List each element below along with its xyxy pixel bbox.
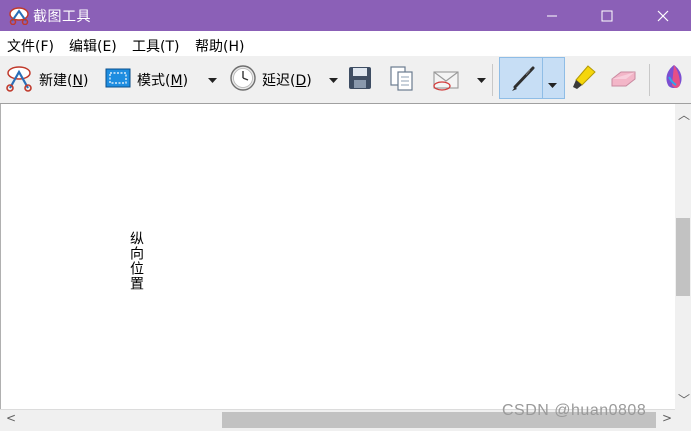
toolbar-separator-2 [649, 64, 650, 96]
delay-key: D [295, 73, 307, 89]
vertical-text: 纵向位置 [128, 231, 144, 291]
menu-help[interactable]: 帮助(H) [195, 36, 244, 56]
close-icon [657, 10, 669, 21]
scroll-up-arrow[interactable]: ︿ [678, 106, 690, 123]
title-bar: 截图工具 [0, 0, 691, 31]
maximize-button[interactable] [584, 0, 630, 31]
delay-dropdown[interactable] [326, 62, 340, 98]
chevron-down-icon [548, 83, 557, 88]
close-button[interactable] [640, 0, 686, 31]
minimize-icon [547, 15, 557, 16]
edit-paint3d-button[interactable] [662, 62, 686, 98]
pen-button[interactable] [499, 57, 565, 99]
menu-file[interactable]: 文件(F) [7, 36, 54, 56]
menu-bar: 文件(F) 编辑(E) 工具(T) 帮助(H) [0, 31, 691, 56]
scroll-left-arrow[interactable]: < [6, 411, 16, 425]
toolbar-separator [492, 64, 493, 96]
scroll-right-arrow[interactable]: > [662, 411, 672, 425]
mode-rect-icon [104, 66, 132, 94]
copy-icon [388, 64, 416, 96]
capture-canvas[interactable] [0, 104, 675, 409]
menu-tools[interactable]: 工具(T) [132, 36, 179, 56]
save-button[interactable] [347, 62, 373, 98]
menu-edit[interactable]: 编辑(E) [69, 36, 117, 56]
clock-icon [229, 64, 257, 96]
save-icon [347, 65, 373, 95]
delay-button[interactable]: 延迟(D) [229, 62, 312, 98]
highlighter-icon [569, 63, 599, 97]
email-icon [431, 64, 461, 96]
window-title: 截图工具 [33, 9, 91, 25]
delay-close: ) [306, 73, 312, 89]
vertical-scroll-thumb[interactable] [676, 218, 690, 296]
chevron-down-icon [207, 77, 217, 83]
highlighter-button[interactable] [569, 62, 599, 98]
new-button[interactable]: 新建(N) [4, 62, 88, 98]
chevron-down-icon [476, 77, 486, 83]
mode-key: M [170, 73, 183, 89]
chevron-down-icon [328, 77, 338, 83]
toolbar: 新建(N) 模式(M) 延迟(D) [0, 56, 691, 104]
pen-icon [508, 64, 538, 98]
scissors-icon [4, 64, 34, 96]
new-key: N [72, 73, 83, 89]
scroll-corner [675, 409, 691, 431]
paint3d-icon [662, 63, 686, 97]
copy-button[interactable] [388, 62, 416, 98]
watermark: CSDN @huan0808 [502, 402, 647, 419]
minimize-button[interactable] [529, 0, 575, 31]
eraser-icon [608, 65, 638, 95]
new-close: ) [82, 73, 89, 89]
mode-dropdown[interactable] [205, 62, 219, 98]
snipping-tool-icon [8, 5, 30, 26]
mode-label: 模式( [137, 73, 171, 89]
mode-close: ) [182, 73, 189, 89]
delay-label: 延迟( [262, 73, 296, 89]
new-label: 新建( [39, 73, 73, 89]
pen-split-divider [542, 58, 543, 98]
mode-button[interactable]: 模式(M) [104, 62, 188, 98]
eraser-button[interactable] [608, 62, 638, 98]
maximize-icon [601, 10, 613, 21]
pen-dropdown[interactable] [548, 76, 557, 92]
email-dropdown[interactable] [474, 62, 488, 98]
send-email-button[interactable] [431, 62, 461, 98]
scroll-down-arrow[interactable]: ﹀ [678, 391, 690, 408]
